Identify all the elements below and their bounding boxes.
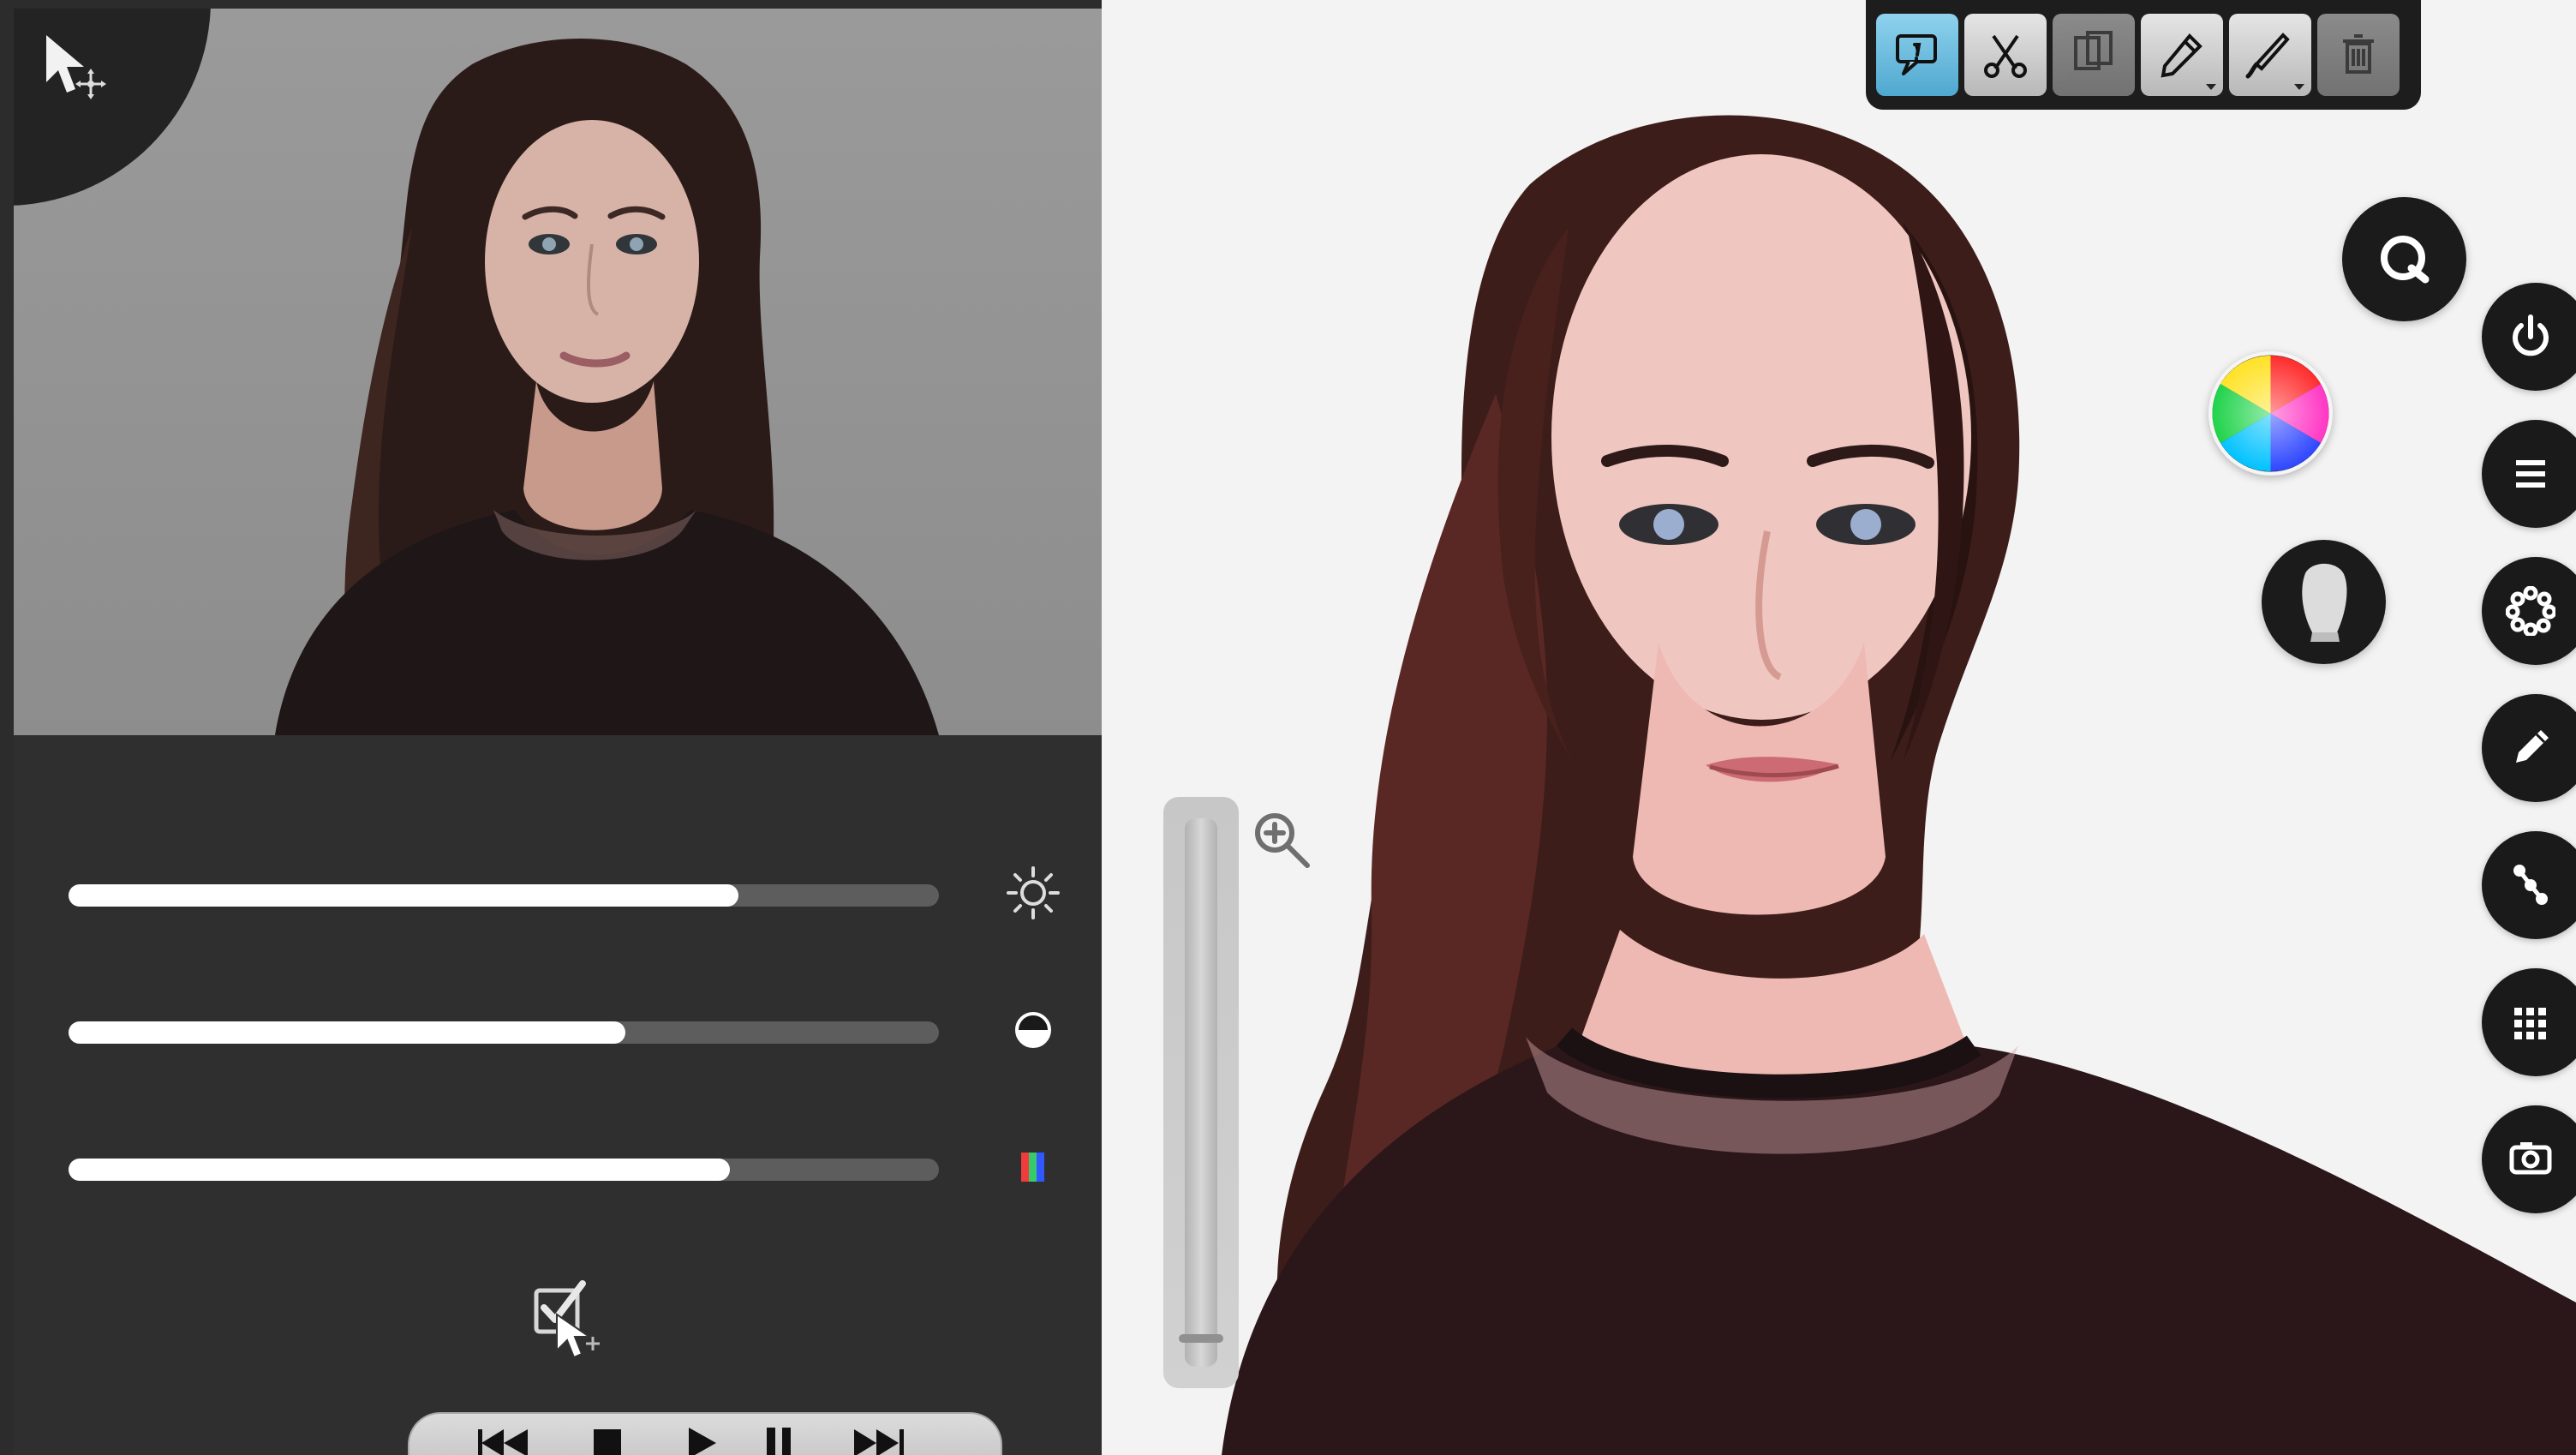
delete-tool-button[interactable] bbox=[2317, 14, 2400, 96]
grid-icon bbox=[2506, 997, 2555, 1047]
trash-icon bbox=[2333, 29, 2384, 81]
zoom-in-icon[interactable] bbox=[1247, 805, 1316, 874]
pause-icon[interactable] bbox=[744, 1421, 814, 1455]
zoom-slider[interactable] bbox=[1163, 797, 1239, 1388]
source-preview[interactable] bbox=[14, 9, 1102, 735]
right-dock bbox=[2482, 283, 2576, 1234]
dots-circle-icon bbox=[2506, 586, 2555, 636]
play-icon[interactable] bbox=[666, 1421, 737, 1455]
saturation-slider[interactable] bbox=[69, 1138, 1062, 1198]
brush-icon bbox=[2244, 29, 2296, 81]
saturation-fill bbox=[69, 1159, 731, 1181]
edit-toolbar bbox=[1866, 0, 2421, 110]
photo-editor-app bbox=[0, 0, 2576, 1455]
camera-icon bbox=[2506, 1135, 2555, 1184]
head-mask-button[interactable] bbox=[2262, 540, 2386, 664]
pen-button[interactable] bbox=[2482, 694, 2576, 802]
main-view[interactable] bbox=[1102, 0, 2576, 1455]
dots-circle-button[interactable] bbox=[2482, 557, 2576, 665]
quick-select-button[interactable] bbox=[2342, 197, 2466, 321]
brightness-fill bbox=[69, 884, 739, 907]
brush-tool-button[interactable] bbox=[2229, 14, 2311, 96]
power-icon bbox=[2506, 312, 2555, 362]
sun-icon bbox=[1004, 864, 1062, 922]
comment-tool-button[interactable] bbox=[1876, 14, 1958, 96]
copy-icon bbox=[2068, 29, 2119, 81]
contrast-icon bbox=[1004, 1001, 1062, 1059]
scissors-icon bbox=[1980, 29, 2031, 81]
zoom-track[interactable] bbox=[1185, 818, 1217, 1367]
preview-person-image bbox=[275, 39, 939, 735]
left-panel bbox=[0, 0, 1102, 1455]
saturation-track[interactable] bbox=[69, 1159, 939, 1181]
fast-forward-icon[interactable] bbox=[842, 1421, 912, 1455]
list-icon bbox=[2506, 449, 2555, 499]
quick-select-icon bbox=[2370, 225, 2439, 294]
stop-icon[interactable] bbox=[572, 1421, 643, 1455]
enable-checkbox[interactable] bbox=[521, 1266, 615, 1361]
rewind-icon[interactable] bbox=[469, 1421, 540, 1455]
cut-tool-button[interactable] bbox=[1964, 14, 2047, 96]
power-button[interactable] bbox=[2482, 283, 2576, 391]
color-wheel-button[interactable] bbox=[2208, 351, 2333, 476]
color-icon bbox=[1004, 1138, 1062, 1196]
pen-icon bbox=[2506, 723, 2555, 773]
grid-button[interactable] bbox=[2482, 968, 2576, 1076]
playback-controls bbox=[408, 1412, 1002, 1455]
cursor-move-icon[interactable] bbox=[38, 31, 115, 108]
nodes-icon bbox=[2506, 860, 2555, 910]
zoom-thumb[interactable] bbox=[1179, 1333, 1223, 1343]
contrast-track[interactable] bbox=[69, 1021, 939, 1044]
nodes-button[interactable] bbox=[2482, 831, 2576, 939]
eyedropper-tool-button[interactable] bbox=[2141, 14, 2223, 96]
eyedropper-icon bbox=[2156, 29, 2208, 81]
contrast-slider[interactable] bbox=[69, 1001, 1062, 1061]
head-mask-icon bbox=[2288, 560, 2360, 645]
list-button[interactable] bbox=[2482, 420, 2576, 528]
eyedropper-dropdown-icon bbox=[2206, 84, 2216, 90]
color-wheel-icon bbox=[2208, 351, 2333, 476]
copy-tool-button[interactable] bbox=[2053, 14, 2135, 96]
brightness-track[interactable] bbox=[69, 884, 939, 907]
comment-icon bbox=[1892, 29, 1943, 81]
brush-dropdown-icon bbox=[2294, 84, 2304, 90]
camera-button[interactable] bbox=[2482, 1105, 2576, 1213]
contrast-fill bbox=[69, 1021, 626, 1044]
brightness-slider[interactable] bbox=[69, 864, 1062, 924]
adjustment-panel bbox=[14, 735, 1102, 1455]
